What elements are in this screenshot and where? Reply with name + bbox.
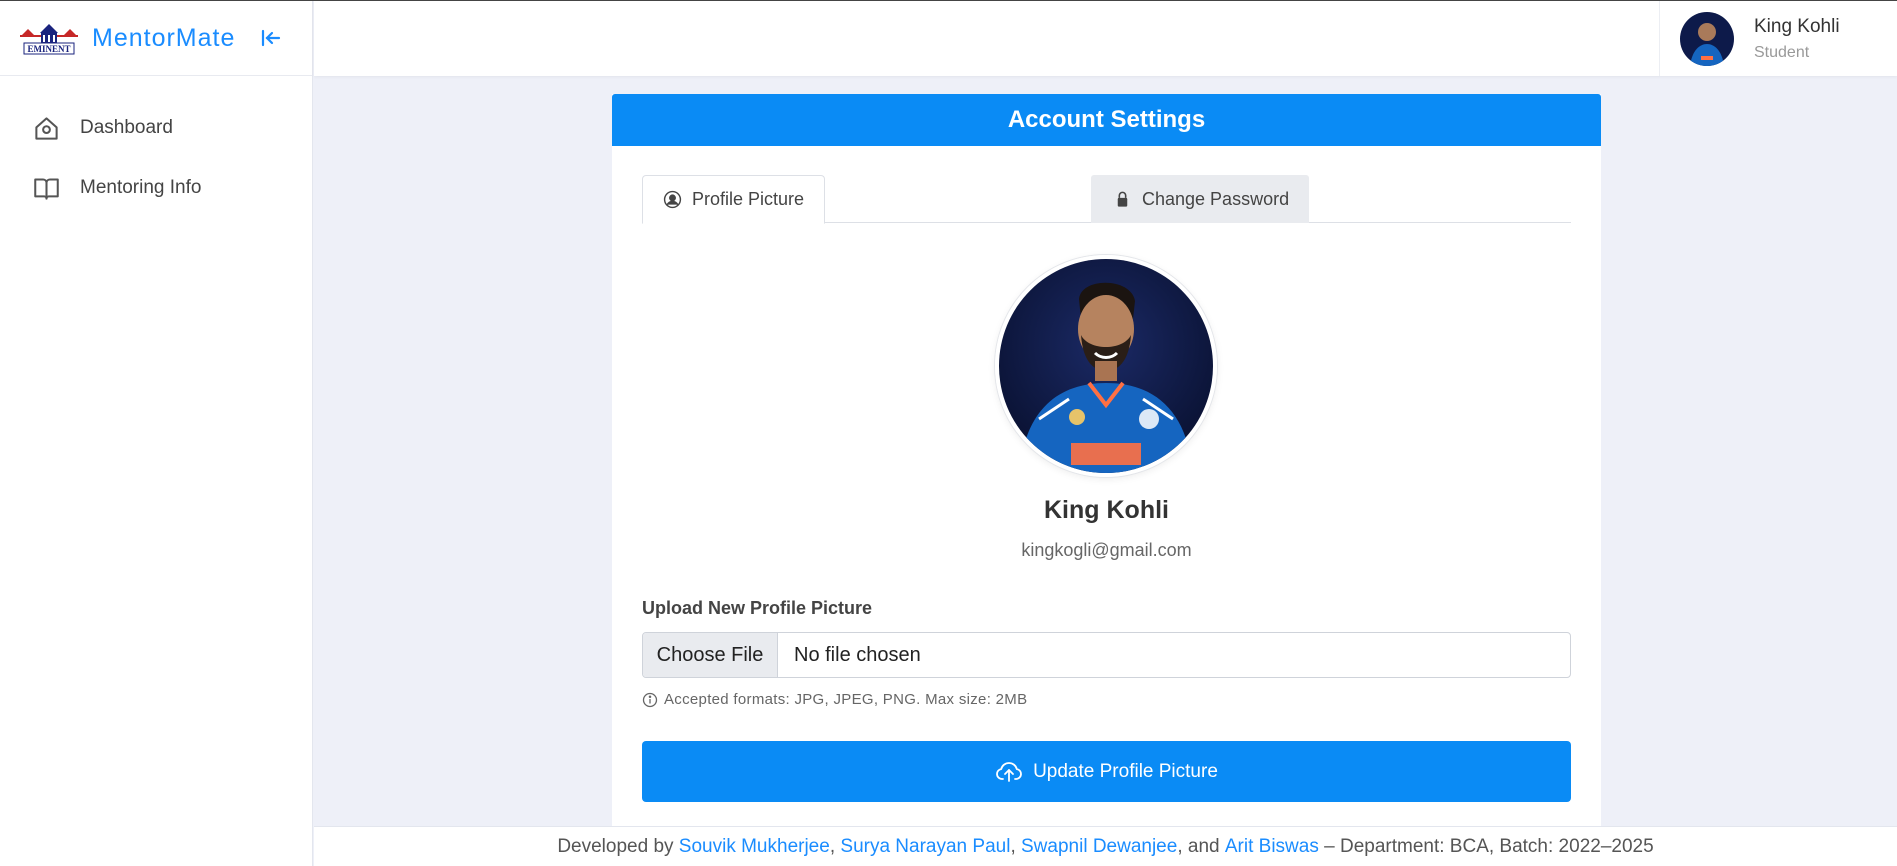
tab-profile-picture[interactable]: Profile Picture xyxy=(642,175,826,224)
cloud-upload-icon xyxy=(996,761,1022,782)
user-menu[interactable]: King Kohli Student xyxy=(1659,1,1897,76)
user-name: King Kohli xyxy=(1754,15,1840,37)
tab-change-password[interactable]: Change Password xyxy=(1091,175,1310,223)
footer-separator: , xyxy=(829,835,841,857)
profile-email: kingkogli@gmail.com xyxy=(1021,540,1192,560)
footer-separator: , and xyxy=(1177,835,1225,857)
tab-label: Profile Picture xyxy=(692,189,805,209)
sidebar-item-label: Dashboard xyxy=(80,117,173,138)
developer-link[interactable]: Swapnil Dewanjee xyxy=(1021,836,1177,858)
footer-separator: , xyxy=(1010,835,1021,857)
upload-hint: Accepted formats: JPG, JPEG, PNG. Max si… xyxy=(642,691,1027,708)
info-icon xyxy=(642,692,658,707)
profile-photo xyxy=(995,255,1217,477)
developer-link[interactable]: Souvik Mukherjee xyxy=(679,836,830,858)
sidebar-item-mentoring-info[interactable]: Mentoring Info xyxy=(0,158,312,218)
upload-label: Upload New Profile Picture xyxy=(642,598,873,618)
hint-text: Accepted formats: JPG, JPEG, PNG. Max si… xyxy=(664,691,1028,708)
top-header: King Kohli Student xyxy=(314,1,1897,76)
sidebar: EMINENT MentorMate Dashboard Mentoring I… xyxy=(0,1,313,866)
avatar xyxy=(1680,11,1734,66)
footer: Developed by Souvik Mukherjee , Surya Na… xyxy=(314,826,1897,866)
tab-label: Change Password xyxy=(1142,188,1290,209)
file-status: No file chosen xyxy=(794,643,921,666)
sidebar-item-label: Mentoring Info xyxy=(80,177,202,198)
update-button-label: Update Profile Picture xyxy=(1033,760,1218,782)
developer-link[interactable]: Surya Narayan Paul xyxy=(840,836,1010,858)
settings-tabs: Profile Picture Change Password xyxy=(642,175,1571,224)
brand-name: MentorMate xyxy=(92,23,236,52)
card-title: Account Settings xyxy=(612,94,1601,146)
choose-file-button[interactable]: Choose File xyxy=(643,633,778,677)
sidebar-nav: Dashboard Mentoring Info xyxy=(0,76,312,218)
collapse-sidebar-icon[interactable] xyxy=(259,26,283,50)
home-icon xyxy=(35,116,58,140)
file-input[interactable]: Choose File No file chosen xyxy=(642,632,1571,678)
top-border xyxy=(0,0,1897,1)
svg-text:EMINENT: EMINENT xyxy=(27,44,70,54)
sidebar-item-dashboard[interactable]: Dashboard xyxy=(0,98,312,158)
lock-icon xyxy=(1117,191,1128,207)
profile-name: King Kohli xyxy=(1044,496,1169,524)
user-circle-icon xyxy=(663,190,682,209)
developer-link[interactable]: Arit Biswas xyxy=(1225,836,1319,858)
user-info: King Kohli Student xyxy=(1754,16,1840,62)
footer-suffix: – Department: BCA, Batch: 2022–2025 xyxy=(1318,835,1654,857)
account-settings-card: Account Settings Profile Picture Change … xyxy=(612,94,1601,826)
brand: EMINENT MentorMate xyxy=(0,1,312,76)
user-role: Student xyxy=(1754,43,1810,61)
update-profile-picture-button[interactable]: Update Profile Picture xyxy=(642,741,1571,802)
book-icon xyxy=(34,177,59,200)
eminent-logo: EMINENT xyxy=(20,24,78,55)
footer-prefix: Developed by xyxy=(557,835,679,857)
